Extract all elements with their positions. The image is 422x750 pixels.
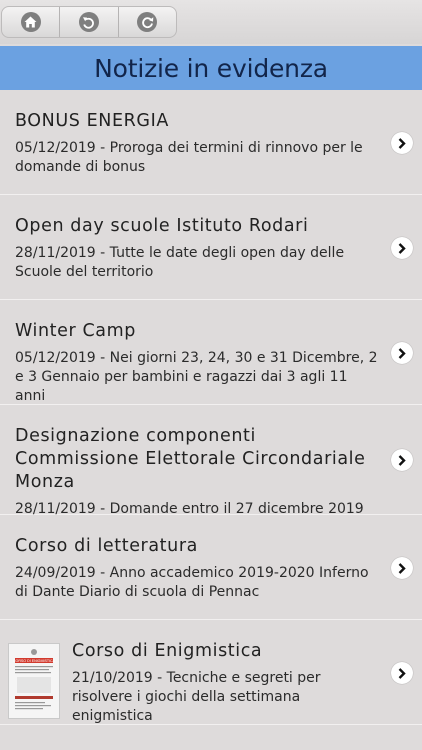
news-title: Corso di letteratura xyxy=(15,536,198,556)
chevron-right-icon[interactable] xyxy=(391,449,413,471)
chevron-right-icon[interactable] xyxy=(391,342,413,364)
news-item-commissione-elettorale[interactable]: Designazione componenti Commissione Elet… xyxy=(0,405,422,517)
news-description: 28/11/2019 - Tutte le date degli open da… xyxy=(15,245,345,280)
chevron-right-icon[interactable] xyxy=(391,557,413,579)
thumbnail-heading: CORSO DI ENIGMISTICA xyxy=(13,659,56,663)
news-title: Winter Camp xyxy=(15,321,136,341)
top-toolbar xyxy=(0,0,422,44)
back-icon xyxy=(78,12,99,32)
news-title: Designazione componenti Commissione Elet… xyxy=(15,426,366,492)
refresh-icon xyxy=(137,12,158,32)
news-description: 05/12/2019 - Proroga dei termini di rinn… xyxy=(15,140,363,175)
refresh-button[interactable] xyxy=(119,7,176,37)
news-item-winter-camp[interactable]: Winter Camp 05/12/2019 - Nei giorni 23, … xyxy=(0,300,422,405)
news-item-corso-enigmistica[interactable]: CORSO DI ENIGMISTICA Corso di Enigmistic… xyxy=(0,620,422,725)
news-thumbnail-image: CORSO DI ENIGMISTICA xyxy=(8,643,60,719)
home-button[interactable] xyxy=(2,7,61,37)
news-item-corso-letteratura[interactable]: Corso di letteratura 24/09/2019 - Anno a… xyxy=(0,515,422,620)
page-title: Notizie in evidenza xyxy=(0,46,422,90)
news-title: BONUS ENERGIA xyxy=(15,111,169,131)
news-list: BONUS ENERGIA 05/12/2019 - Proroga dei t… xyxy=(0,90,422,725)
news-description: 21/10/2019 - Tecniche e segreti per riso… xyxy=(72,670,321,724)
back-button[interactable] xyxy=(60,7,119,37)
chevron-right-icon[interactable] xyxy=(391,237,413,259)
nav-button-group xyxy=(1,6,177,38)
news-title: Open day scuole Istituto Rodari xyxy=(15,216,309,236)
chevron-right-icon[interactable] xyxy=(391,662,413,684)
chevron-right-icon[interactable] xyxy=(391,132,413,154)
news-title: Corso di Enigmistica xyxy=(72,641,263,661)
news-item-open-day[interactable]: Open day scuole Istituto Rodari 28/11/20… xyxy=(0,195,422,300)
home-icon xyxy=(20,12,41,32)
news-description: 24/09/2019 - Anno accademico 2019-2020 I… xyxy=(15,565,369,600)
news-item-bonus-energia[interactable]: BONUS ENERGIA 05/12/2019 - Proroga dei t… xyxy=(0,90,422,195)
news-description: 05/12/2019 - Nei giorni 23, 24, 30 e 31 … xyxy=(15,350,378,404)
